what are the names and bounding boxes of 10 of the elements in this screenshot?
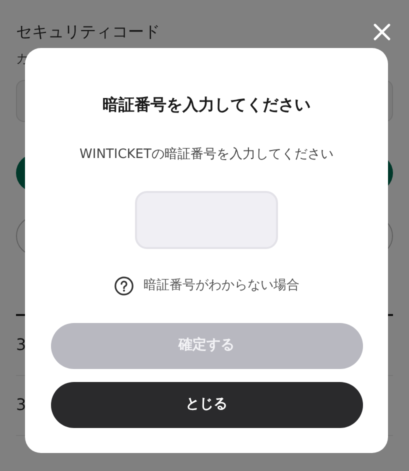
- page-title: セキュリティコード: [16, 21, 160, 43]
- dialog-message: WINTICKETの暗証番号を入力してください: [80, 146, 334, 164]
- help-icon: [114, 276, 134, 296]
- pin-input-field[interactable]: [135, 190, 278, 248]
- row-label: 3: [16, 334, 26, 356]
- dialog-title: 暗証番号を入力してください: [102, 94, 310, 116]
- row-label: 3: [16, 394, 26, 416]
- help-link[interactable]: 暗証番号がわからない場合: [144, 276, 300, 296]
- close-button[interactable]: とじる: [50, 382, 362, 428]
- close-icon[interactable]: [373, 23, 391, 41]
